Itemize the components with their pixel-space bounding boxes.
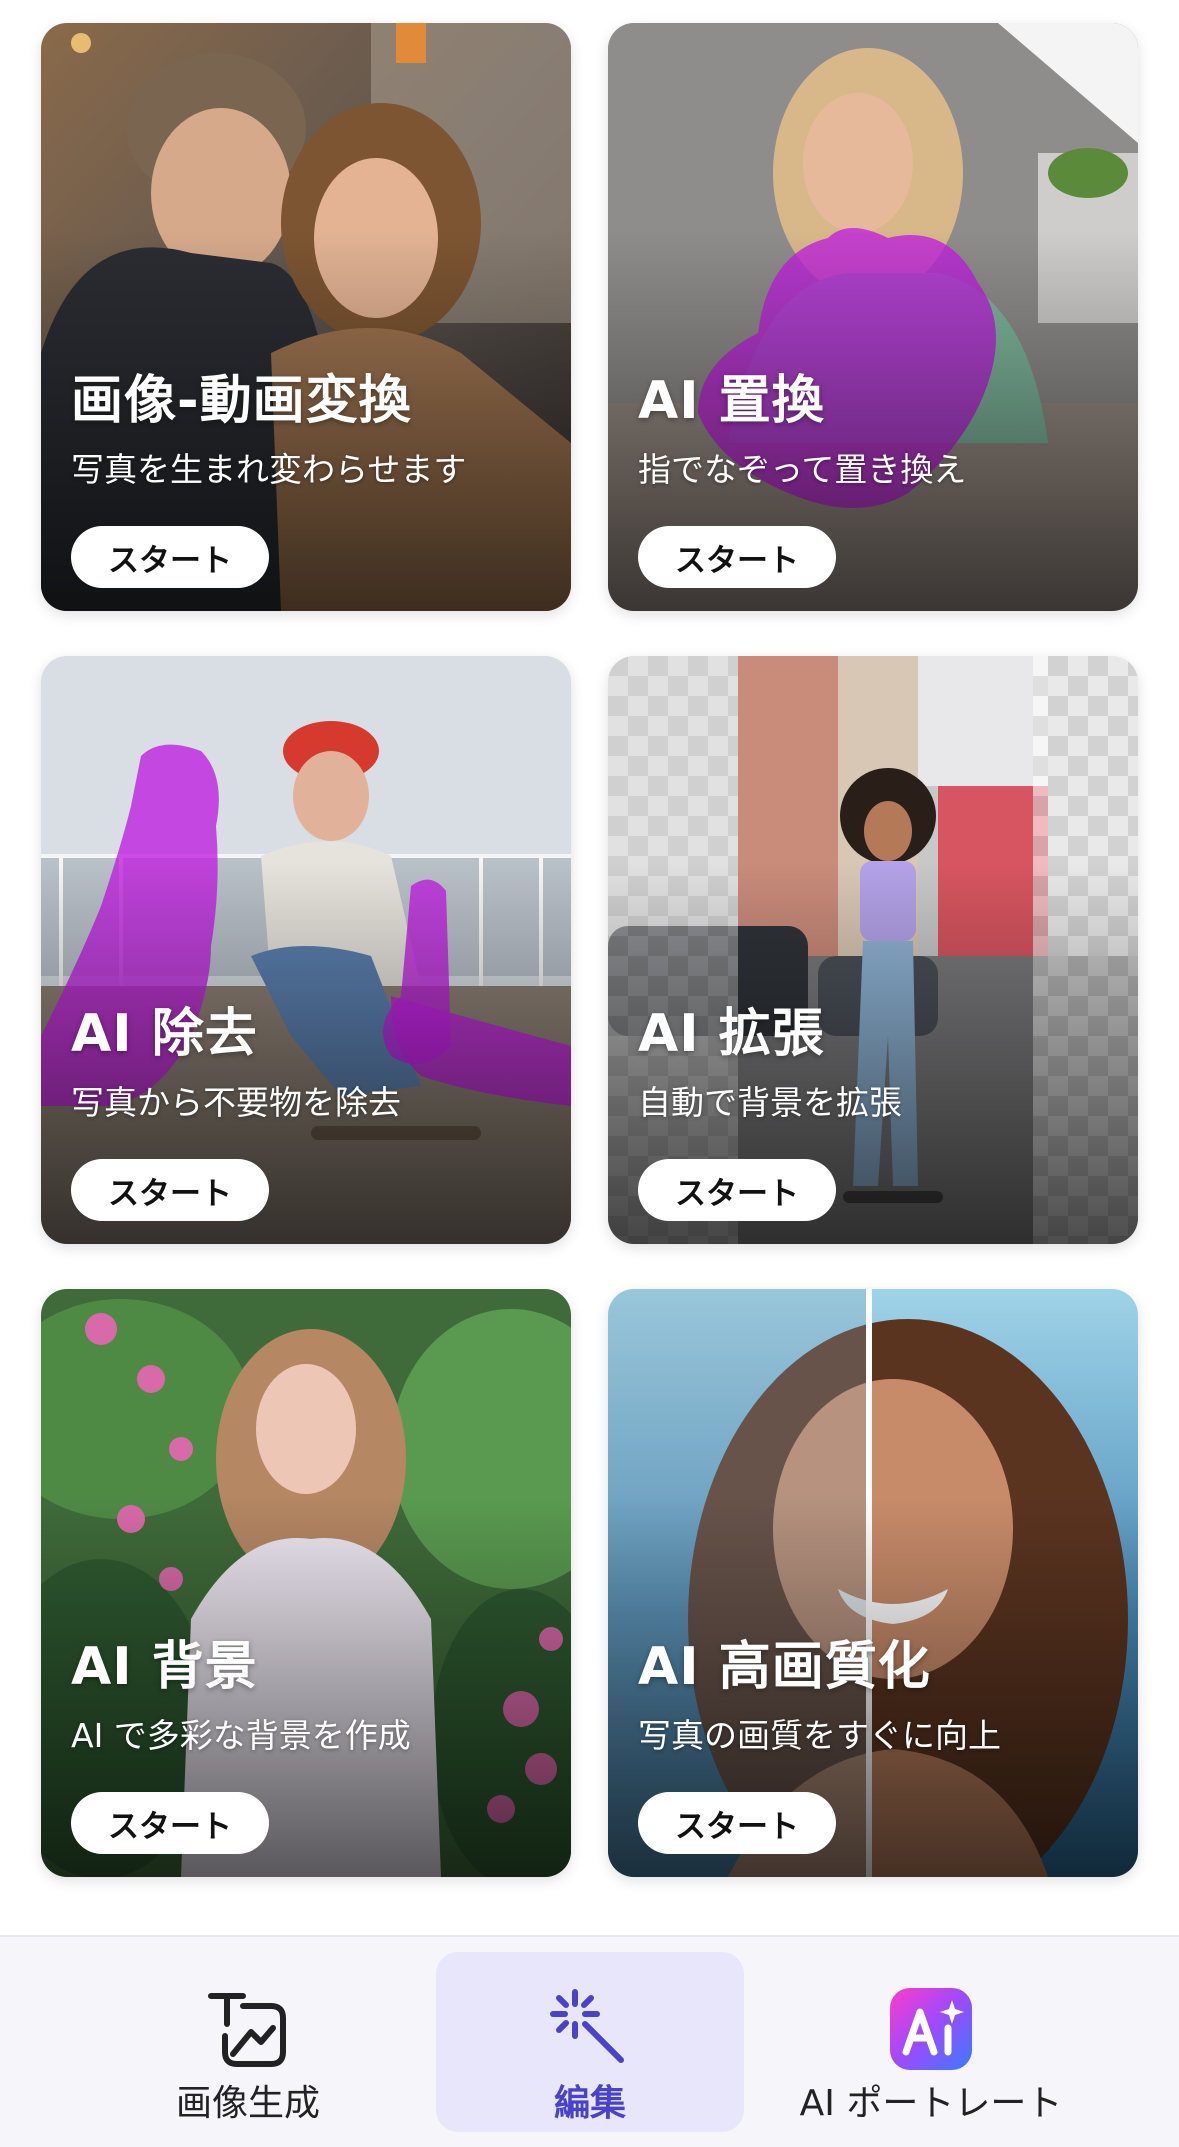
card-title: AI 置換: [638, 371, 825, 431]
start-button[interactable]: スタート: [638, 1792, 836, 1854]
card-title: AI 拡張: [638, 1004, 825, 1064]
card-shade: [41, 1289, 571, 1877]
tab-label: 編集: [553, 2083, 626, 2124]
start-button[interactable]: スタート: [71, 1792, 269, 1854]
card-shade: [41, 23, 571, 611]
start-button[interactable]: スタート: [71, 1159, 269, 1221]
start-button[interactable]: スタート: [638, 1159, 836, 1221]
card-shade: [608, 1289, 1138, 1877]
card-title: AI 除去: [71, 1004, 258, 1064]
tab-edit[interactable]: 編集: [436, 1952, 744, 2132]
feature-card-ai-remove[interactable]: AI 除去 写真から不要物を除去 スタート: [41, 656, 571, 1244]
feature-card-image-to-video[interactable]: 画像-動画変換 写真を生まれ変わらせます スタート: [41, 23, 571, 611]
card-subtitle: 自動で背景を拡張: [638, 1083, 902, 1122]
feature-card-ai-enhance[interactable]: AI 高画質化 写真の画質をすぐに向上 スタート: [608, 1289, 1138, 1877]
tab-label: 画像生成: [175, 2083, 320, 2124]
card-title: AI 背景: [71, 1637, 258, 1697]
start-button[interactable]: スタート: [638, 526, 836, 588]
tab-image-generation[interactable]: 画像生成: [94, 1952, 402, 2132]
card-subtitle: 指でなぞって置き換え: [638, 450, 967, 489]
card-subtitle: 写真から不要物を除去: [71, 1083, 401, 1122]
feature-card-ai-replace[interactable]: AI 置換 指でなぞって置き換え スタート: [608, 23, 1138, 611]
card-subtitle: 写真を生まれ変わらせます: [71, 450, 467, 489]
bottom-nav: 画像生成 編集 AI ポートレート: [0, 1935, 1179, 2147]
feature-grid: 画像-動画変換 写真を生まれ変わらせます スタート AI 置換 指でなぞって置き…: [0, 0, 1179, 1935]
tab-label: AI ポートレート: [799, 2083, 1063, 2124]
card-title: AI 高画質化: [638, 1637, 931, 1697]
card-shade: [41, 656, 571, 1244]
card-shade: [608, 23, 1138, 611]
card-subtitle: AI で多彩な背景を作成: [71, 1716, 411, 1755]
card-subtitle: 写真の画質をすぐに向上: [638, 1716, 1001, 1755]
card-title: 画像-動画変換: [71, 371, 412, 431]
card-shade: [608, 656, 1138, 1244]
feature-card-ai-expand[interactable]: AI 拡張 自動で背景を拡張 スタート: [608, 656, 1138, 1244]
feature-card-ai-background[interactable]: AI 背景 AI で多彩な背景を作成 スタート: [41, 1289, 571, 1877]
text-to-image-icon: [208, 1993, 286, 2067]
ai-portrait-app-icon: [890, 1988, 972, 2070]
tab-ai-portrait[interactable]: AI ポートレート: [776, 1952, 1086, 2132]
magic-wand-icon: [550, 1989, 624, 2063]
start-button[interactable]: スタート: [71, 526, 269, 588]
